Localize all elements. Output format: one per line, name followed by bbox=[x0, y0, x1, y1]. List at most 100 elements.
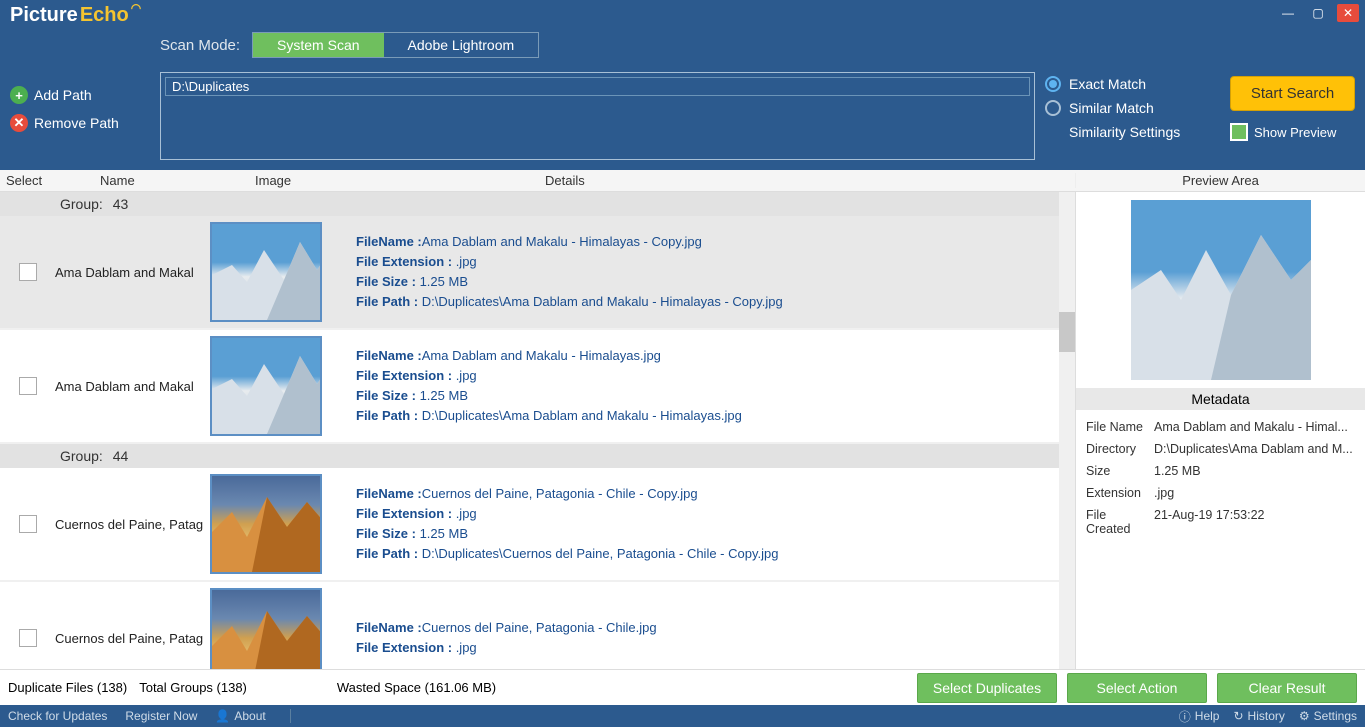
meta-value: .jpg bbox=[1154, 486, 1355, 500]
stat-wasted-space: Wasted Space (161.06 MB) bbox=[337, 680, 496, 695]
titlebar: PictureEcho◠ — ▢ ✕ bbox=[0, 0, 1365, 26]
file-name-cell: Cuernos del Paine, Patag bbox=[55, 517, 210, 532]
result-row[interactable]: Ama Dablam and Makal FileName :Ama Dablam… bbox=[0, 216, 1075, 330]
group-header: Group: 43 bbox=[0, 192, 1075, 216]
logo-text-1: Picture bbox=[10, 4, 78, 27]
statusbar: Check for Updates Register Now 👤 About ⓘ… bbox=[0, 705, 1365, 727]
file-name-cell: Ama Dablam and Makal bbox=[55, 265, 210, 280]
group-header: Group: 44 bbox=[0, 444, 1075, 468]
header-panel: + Add Path ✕ Remove Path Scan Mode: Syst… bbox=[0, 26, 1365, 170]
about-link[interactable]: 👤 About bbox=[215, 709, 265, 723]
gear-icon: ⚙ bbox=[1299, 709, 1310, 723]
metadata-row: Size1.25 MB bbox=[1086, 460, 1355, 482]
result-row[interactable]: Ama Dablam and Makal FileName :Ama Dablam… bbox=[0, 330, 1075, 444]
metadata-row: File Created21-Aug-19 17:53:22 bbox=[1086, 504, 1355, 540]
path-entry[interactable]: D:\Duplicates bbox=[165, 77, 1030, 96]
register-now-link[interactable]: Register Now bbox=[125, 709, 197, 723]
file-details: FileName :Cuernos del Paine, Patagonia -… bbox=[350, 484, 1075, 565]
add-path-label: Add Path bbox=[34, 87, 92, 103]
x-icon: ✕ bbox=[10, 114, 28, 132]
wifi-icon: ◠ bbox=[131, 1, 141, 15]
result-row[interactable]: Cuernos del Paine, Patag FileName :Cuerno… bbox=[0, 468, 1075, 582]
scan-mode-label: Scan Mode: bbox=[160, 37, 240, 54]
row-checkbox[interactable] bbox=[19, 629, 37, 647]
similarity-settings-label: Similarity Settings bbox=[1069, 124, 1180, 140]
remove-path-button[interactable]: ✕ Remove Path bbox=[10, 114, 150, 132]
select-duplicates-button[interactable]: Select Duplicates bbox=[917, 673, 1057, 703]
meta-value: 21-Aug-19 17:53:22 bbox=[1154, 508, 1355, 536]
scan-mode-tabs: System Scan Adobe Lightroom bbox=[252, 32, 539, 58]
minimize-button[interactable]: — bbox=[1277, 4, 1299, 22]
tab-adobe-lightroom[interactable]: Adobe Lightroom bbox=[384, 33, 539, 57]
meta-value: 1.25 MB bbox=[1154, 464, 1355, 478]
close-button[interactable]: ✕ bbox=[1337, 4, 1359, 22]
history-link[interactable]: ↻History bbox=[1233, 708, 1284, 725]
radio-icon bbox=[1045, 76, 1061, 92]
person-icon: 👤 bbox=[215, 709, 230, 723]
radio-exact-match[interactable]: Exact Match bbox=[1045, 76, 1220, 92]
exact-match-label: Exact Match bbox=[1069, 76, 1146, 92]
meta-value: Ama Dablam and Makalu - Himal... bbox=[1154, 420, 1355, 434]
col-preview: Preview Area bbox=[1075, 173, 1365, 188]
show-preview-toggle[interactable]: Show Preview bbox=[1230, 123, 1355, 141]
plus-icon: + bbox=[10, 86, 28, 104]
settings-link[interactable]: ⚙Settings bbox=[1299, 708, 1357, 725]
results-list[interactable]: Group: 43 Ama Dablam and Makal FileName :A… bbox=[0, 192, 1075, 669]
file-details: FileName :Ama Dablam and Makalu - Himala… bbox=[350, 346, 1075, 427]
select-action-button[interactable]: Select Action bbox=[1067, 673, 1207, 703]
meta-key: File Created bbox=[1086, 508, 1154, 536]
meta-key: Size bbox=[1086, 464, 1154, 478]
file-name-cell: Ama Dablam and Makal bbox=[55, 379, 210, 394]
result-row[interactable]: Cuernos del Paine, Patag FileName :Cuerno… bbox=[0, 582, 1075, 669]
thumbnail-image[interactable] bbox=[210, 336, 322, 436]
meta-value: D:\Duplicates\Ama Dablam and M... bbox=[1154, 442, 1355, 456]
col-select[interactable]: Select bbox=[0, 173, 55, 188]
meta-key: File Name bbox=[1086, 420, 1154, 434]
metadata-row: File NameAma Dablam and Makalu - Himal..… bbox=[1086, 416, 1355, 438]
stat-duplicate-files: Duplicate Files (138) bbox=[8, 680, 127, 695]
thumbnail-image[interactable] bbox=[210, 222, 322, 322]
similar-match-label: Similar Match bbox=[1069, 100, 1154, 116]
row-checkbox[interactable] bbox=[19, 263, 37, 281]
maximize-button[interactable]: ▢ bbox=[1307, 4, 1329, 22]
col-details[interactable]: Details bbox=[350, 173, 1075, 188]
start-search-button[interactable]: Start Search bbox=[1230, 76, 1355, 111]
metadata-table: File NameAma Dablam and Makalu - Himal..… bbox=[1076, 410, 1365, 546]
checkbox-icon bbox=[1230, 123, 1248, 141]
row-checkbox[interactable] bbox=[19, 515, 37, 533]
file-details: FileName :Cuernos del Paine, Patagonia -… bbox=[350, 618, 1075, 658]
thumbnail-image[interactable] bbox=[210, 588, 322, 669]
history-icon: ↻ bbox=[1233, 709, 1243, 723]
col-image[interactable]: Image bbox=[210, 173, 350, 188]
radio-icon bbox=[1045, 100, 1061, 116]
app-logo: PictureEcho◠ bbox=[10, 4, 141, 27]
check-updates-link[interactable]: Check for Updates bbox=[8, 709, 107, 723]
preview-image bbox=[1131, 200, 1311, 380]
scrollbar[interactable] bbox=[1059, 192, 1075, 669]
thumbnail-image[interactable] bbox=[210, 474, 322, 574]
action-bar: Duplicate Files (138) Total Groups (138)… bbox=[0, 669, 1365, 705]
help-link[interactable]: ⓘHelp bbox=[1179, 708, 1220, 725]
meta-key: Directory bbox=[1086, 442, 1154, 456]
preview-panel: Metadata File NameAma Dablam and Makalu … bbox=[1075, 192, 1365, 669]
info-icon: ⓘ bbox=[1179, 708, 1191, 725]
file-details: FileName :Ama Dablam and Makalu - Himala… bbox=[350, 232, 1075, 313]
column-headers: Select Name Image Details Preview Area bbox=[0, 170, 1365, 192]
add-path-button[interactable]: + Add Path bbox=[10, 86, 150, 104]
clear-result-button[interactable]: Clear Result bbox=[1217, 673, 1357, 703]
scroll-thumb[interactable] bbox=[1059, 312, 1075, 352]
tab-system-scan[interactable]: System Scan bbox=[253, 33, 383, 57]
show-preview-label: Show Preview bbox=[1254, 125, 1336, 140]
path-list[interactable]: D:\Duplicates bbox=[160, 72, 1035, 160]
metadata-row: Extension.jpg bbox=[1086, 482, 1355, 504]
col-name[interactable]: Name bbox=[55, 173, 210, 188]
metadata-header: Metadata bbox=[1076, 388, 1365, 410]
row-checkbox[interactable] bbox=[19, 377, 37, 395]
file-name-cell: Cuernos del Paine, Patag bbox=[55, 631, 210, 646]
stat-total-groups: Total Groups (138) bbox=[139, 680, 247, 695]
radio-similar-match[interactable]: Similar Match bbox=[1045, 100, 1220, 116]
remove-path-label: Remove Path bbox=[34, 115, 119, 131]
metadata-row: DirectoryD:\Duplicates\Ama Dablam and M.… bbox=[1086, 438, 1355, 460]
similarity-settings-link[interactable]: Similarity Settings bbox=[1045, 124, 1220, 140]
logo-text-2: Echo bbox=[80, 4, 129, 27]
